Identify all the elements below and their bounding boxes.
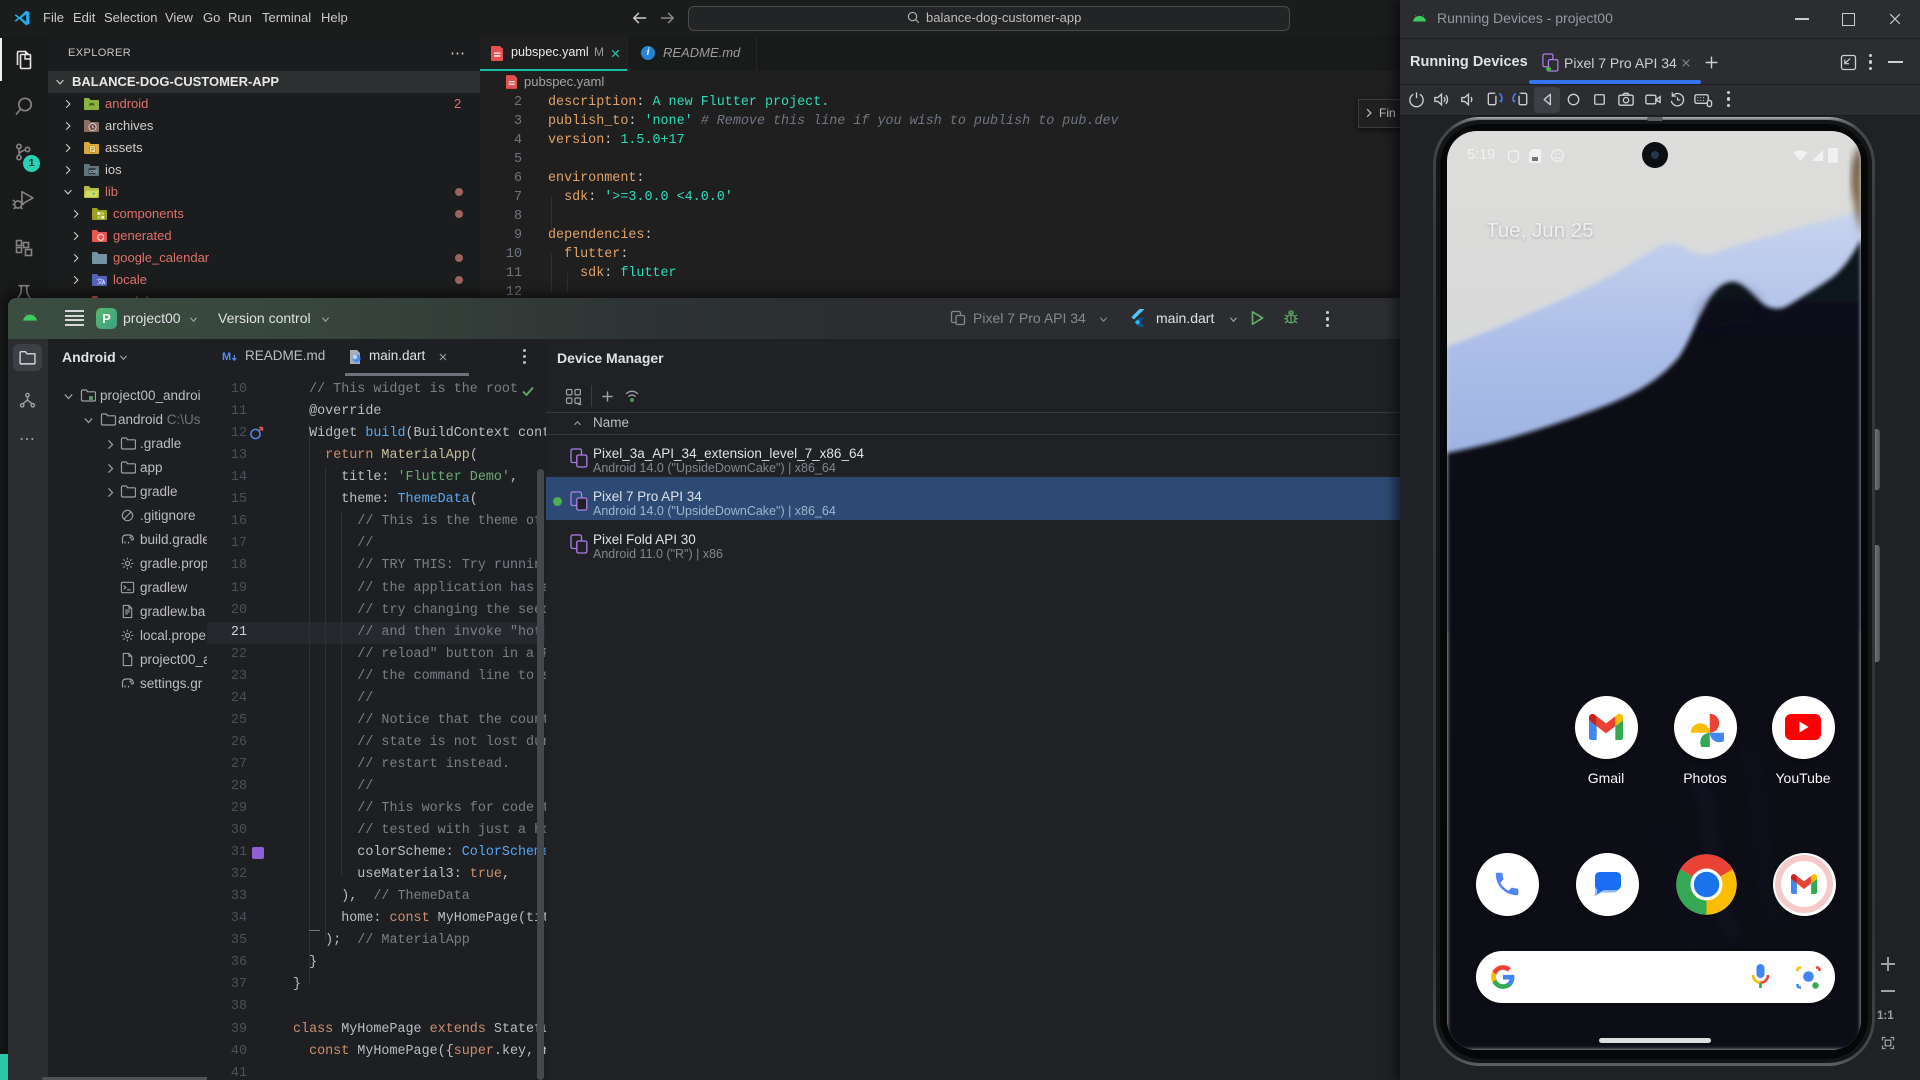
svg-text:M: M <box>222 351 231 363</box>
svg-text:iOS: iOS <box>89 169 97 174</box>
svg-text:文: 文 <box>97 277 104 286</box>
